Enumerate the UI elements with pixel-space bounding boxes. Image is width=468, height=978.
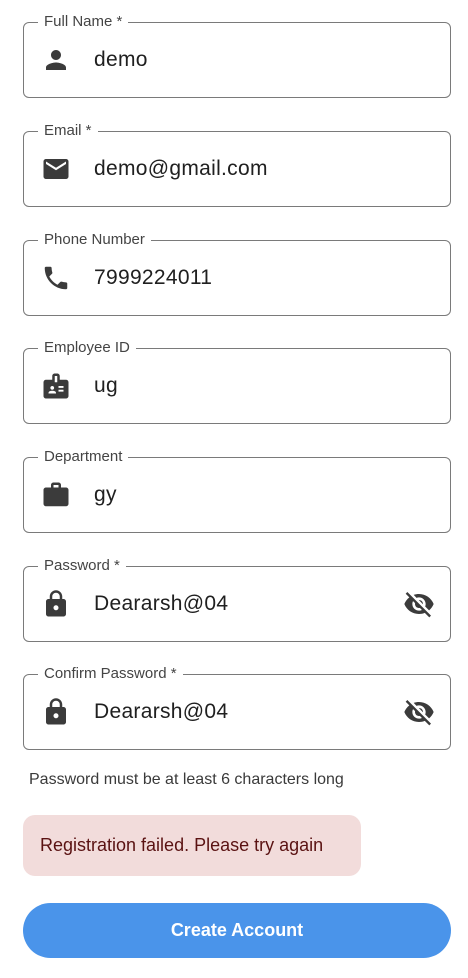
phone-label: Phone Number (38, 230, 151, 250)
phone-input[interactable]: 7999224011 (94, 266, 212, 290)
email-field[interactable]: Email * demo@gmail.com (23, 121, 451, 207)
password-input[interactable]: Deararsh@04 (94, 592, 228, 616)
visibility-off-icon[interactable] (402, 695, 436, 729)
badge-icon (40, 370, 72, 402)
employee-id-label: Employee ID (38, 338, 136, 358)
password-field[interactable]: Password * Deararsh@04 (23, 556, 451, 642)
confirm-password-field[interactable]: Confirm Password * Deararsh@04 (23, 664, 451, 750)
email-label: Email * (38, 121, 98, 141)
full-name-input[interactable]: demo (94, 48, 148, 72)
briefcase-icon (40, 479, 72, 511)
full-name-field[interactable]: Full Name * demo (23, 12, 451, 98)
employee-id-field[interactable]: Employee ID ug (23, 338, 451, 424)
password-label: Password * (38, 556, 126, 576)
mail-icon (40, 153, 72, 185)
error-message: Registration failed. Please try again (40, 835, 324, 855)
lock-icon (40, 588, 72, 620)
full-name-label: Full Name * (38, 12, 129, 32)
phone-field[interactable]: Phone Number 7999224011 (23, 230, 451, 316)
phone-icon (40, 262, 72, 294)
lock-icon (40, 696, 72, 728)
employee-id-input[interactable]: ug (94, 374, 118, 398)
password-helper-text: Password must be at least 6 characters l… (29, 771, 344, 788)
visibility-off-icon[interactable] (402, 587, 436, 621)
confirm-password-input[interactable]: Deararsh@04 (94, 700, 228, 724)
department-label: Department (38, 447, 129, 467)
error-banner: Registration failed. Please try again (23, 815, 361, 876)
email-input[interactable]: demo@gmail.com (94, 157, 268, 181)
department-field[interactable]: Department gy (23, 447, 451, 533)
create-account-button[interactable]: Create Account (23, 903, 451, 958)
department-input[interactable]: gy (94, 483, 117, 507)
person-icon (40, 44, 72, 76)
confirm-password-label: Confirm Password * (38, 664, 183, 684)
